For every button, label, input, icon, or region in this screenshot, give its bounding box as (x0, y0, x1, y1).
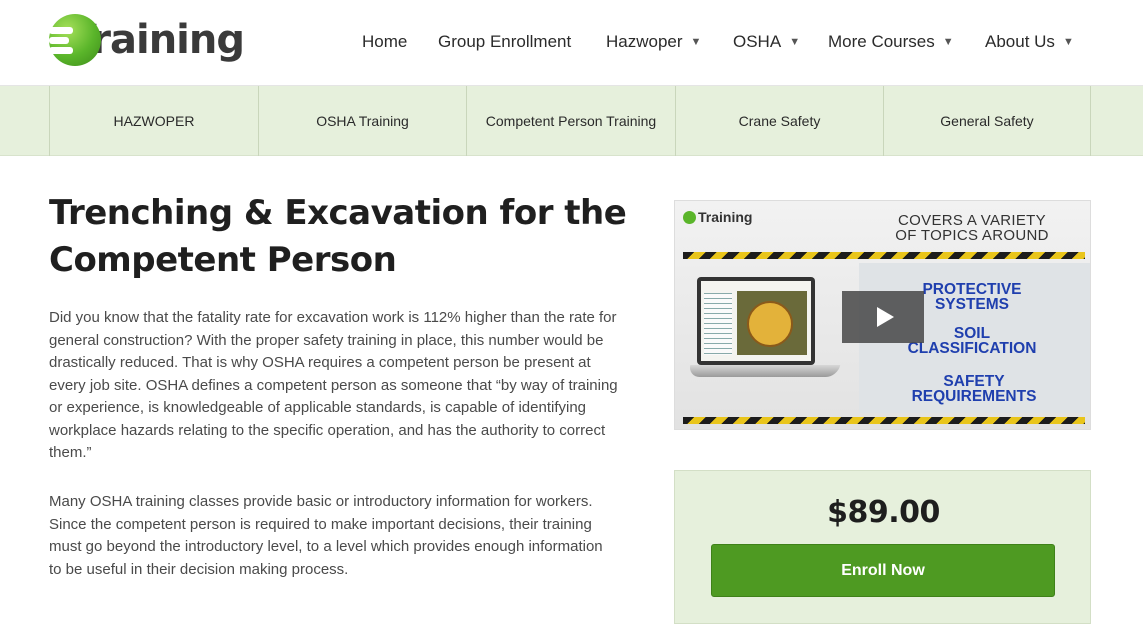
category-crane-safety[interactable]: Crane Safety (675, 86, 883, 156)
category-label: HAZWOPER (113, 113, 195, 129)
nav-item-more-courses[interactable]: More Courses ▼ (828, 32, 954, 52)
play-button[interactable] (842, 291, 924, 343)
category-hazwoper[interactable]: HAZWOPER (49, 86, 258, 156)
nav-item-osha[interactable]: OSHA ▼ (733, 32, 800, 52)
category-competent-person-training[interactable]: Competent Person Training (466, 86, 675, 156)
logo-icon (683, 210, 696, 224)
video-heading-line: OF TOPICS AROUND (895, 227, 1049, 244)
category-osha-training[interactable]: OSHA Training (258, 86, 466, 156)
category-general-safety[interactable]: General Safety (883, 86, 1091, 156)
video-topic-line: REQUIREMENTS (911, 388, 1037, 405)
nav-label: Group Enrollment (438, 32, 572, 51)
hazard-stripe (683, 252, 1085, 259)
enroll-now-button[interactable]: Enroll Now (711, 544, 1055, 597)
video-topic-line: SAFETY (943, 373, 1005, 390)
chevron-down-icon: ▼ (942, 36, 954, 48)
site-header: Training Home Group Enrollment Hazwoper ▼… (0, 0, 1143, 86)
video-logo: Training (683, 209, 752, 225)
category-label: General Safety (940, 113, 1034, 129)
category-label: Crane Safety (738, 113, 821, 129)
chevron-down-icon: ▼ (789, 36, 801, 48)
body-paragraph: Many OSHA training classes provide basic… (49, 493, 603, 578)
nav-item-group-enrollment[interactable]: Group Enrollment (438, 32, 571, 52)
video-topic-line: CLASSIFICATION (907, 340, 1037, 357)
video-heading: COVERS A VARIETY OF TOPICS AROUND (867, 213, 1077, 243)
category-label: Competent Person Training (485, 113, 657, 129)
course-price: $89.00 (827, 495, 940, 530)
play-icon (876, 307, 894, 327)
laptop-image (687, 277, 841, 397)
nav-label: Home (362, 32, 408, 51)
chevron-down-icon: ▼ (690, 36, 702, 48)
nav-label: More Courses (828, 32, 935, 51)
nav-label: About Us (985, 32, 1055, 51)
video-logo-text: Training (698, 209, 753, 225)
nav-item-hazwoper[interactable]: Hazwoper ▼ (606, 32, 701, 52)
main-nav: Home Group Enrollment Hazwoper ▼ OSHA ▼ Mo… (0, 32, 1143, 58)
nav-label: OSHA (733, 32, 782, 51)
nav-item-about-us[interactable]: About Us ▼ (985, 32, 1074, 52)
nav-label: Hazwoper (606, 32, 683, 51)
video-heading-line: COVERS A VARIETY (898, 212, 1046, 229)
intro-paragraph: Did you know that the fatality rate for … (49, 309, 618, 461)
video-topic: SAFETY REQUIREMENTS (874, 373, 1074, 405)
chevron-down-icon: ▼ (1062, 36, 1074, 48)
hazard-stripe (683, 417, 1085, 424)
category-bar: HAZWOPER OSHA Training Competent Person … (0, 86, 1143, 156)
nav-item-home[interactable]: Home (362, 32, 407, 52)
purchase-box: $89.00 Enroll Now (674, 470, 1091, 624)
category-label: OSHA Training (316, 113, 409, 129)
page-title: Trenching & Excavation for the Competent… (49, 193, 627, 280)
